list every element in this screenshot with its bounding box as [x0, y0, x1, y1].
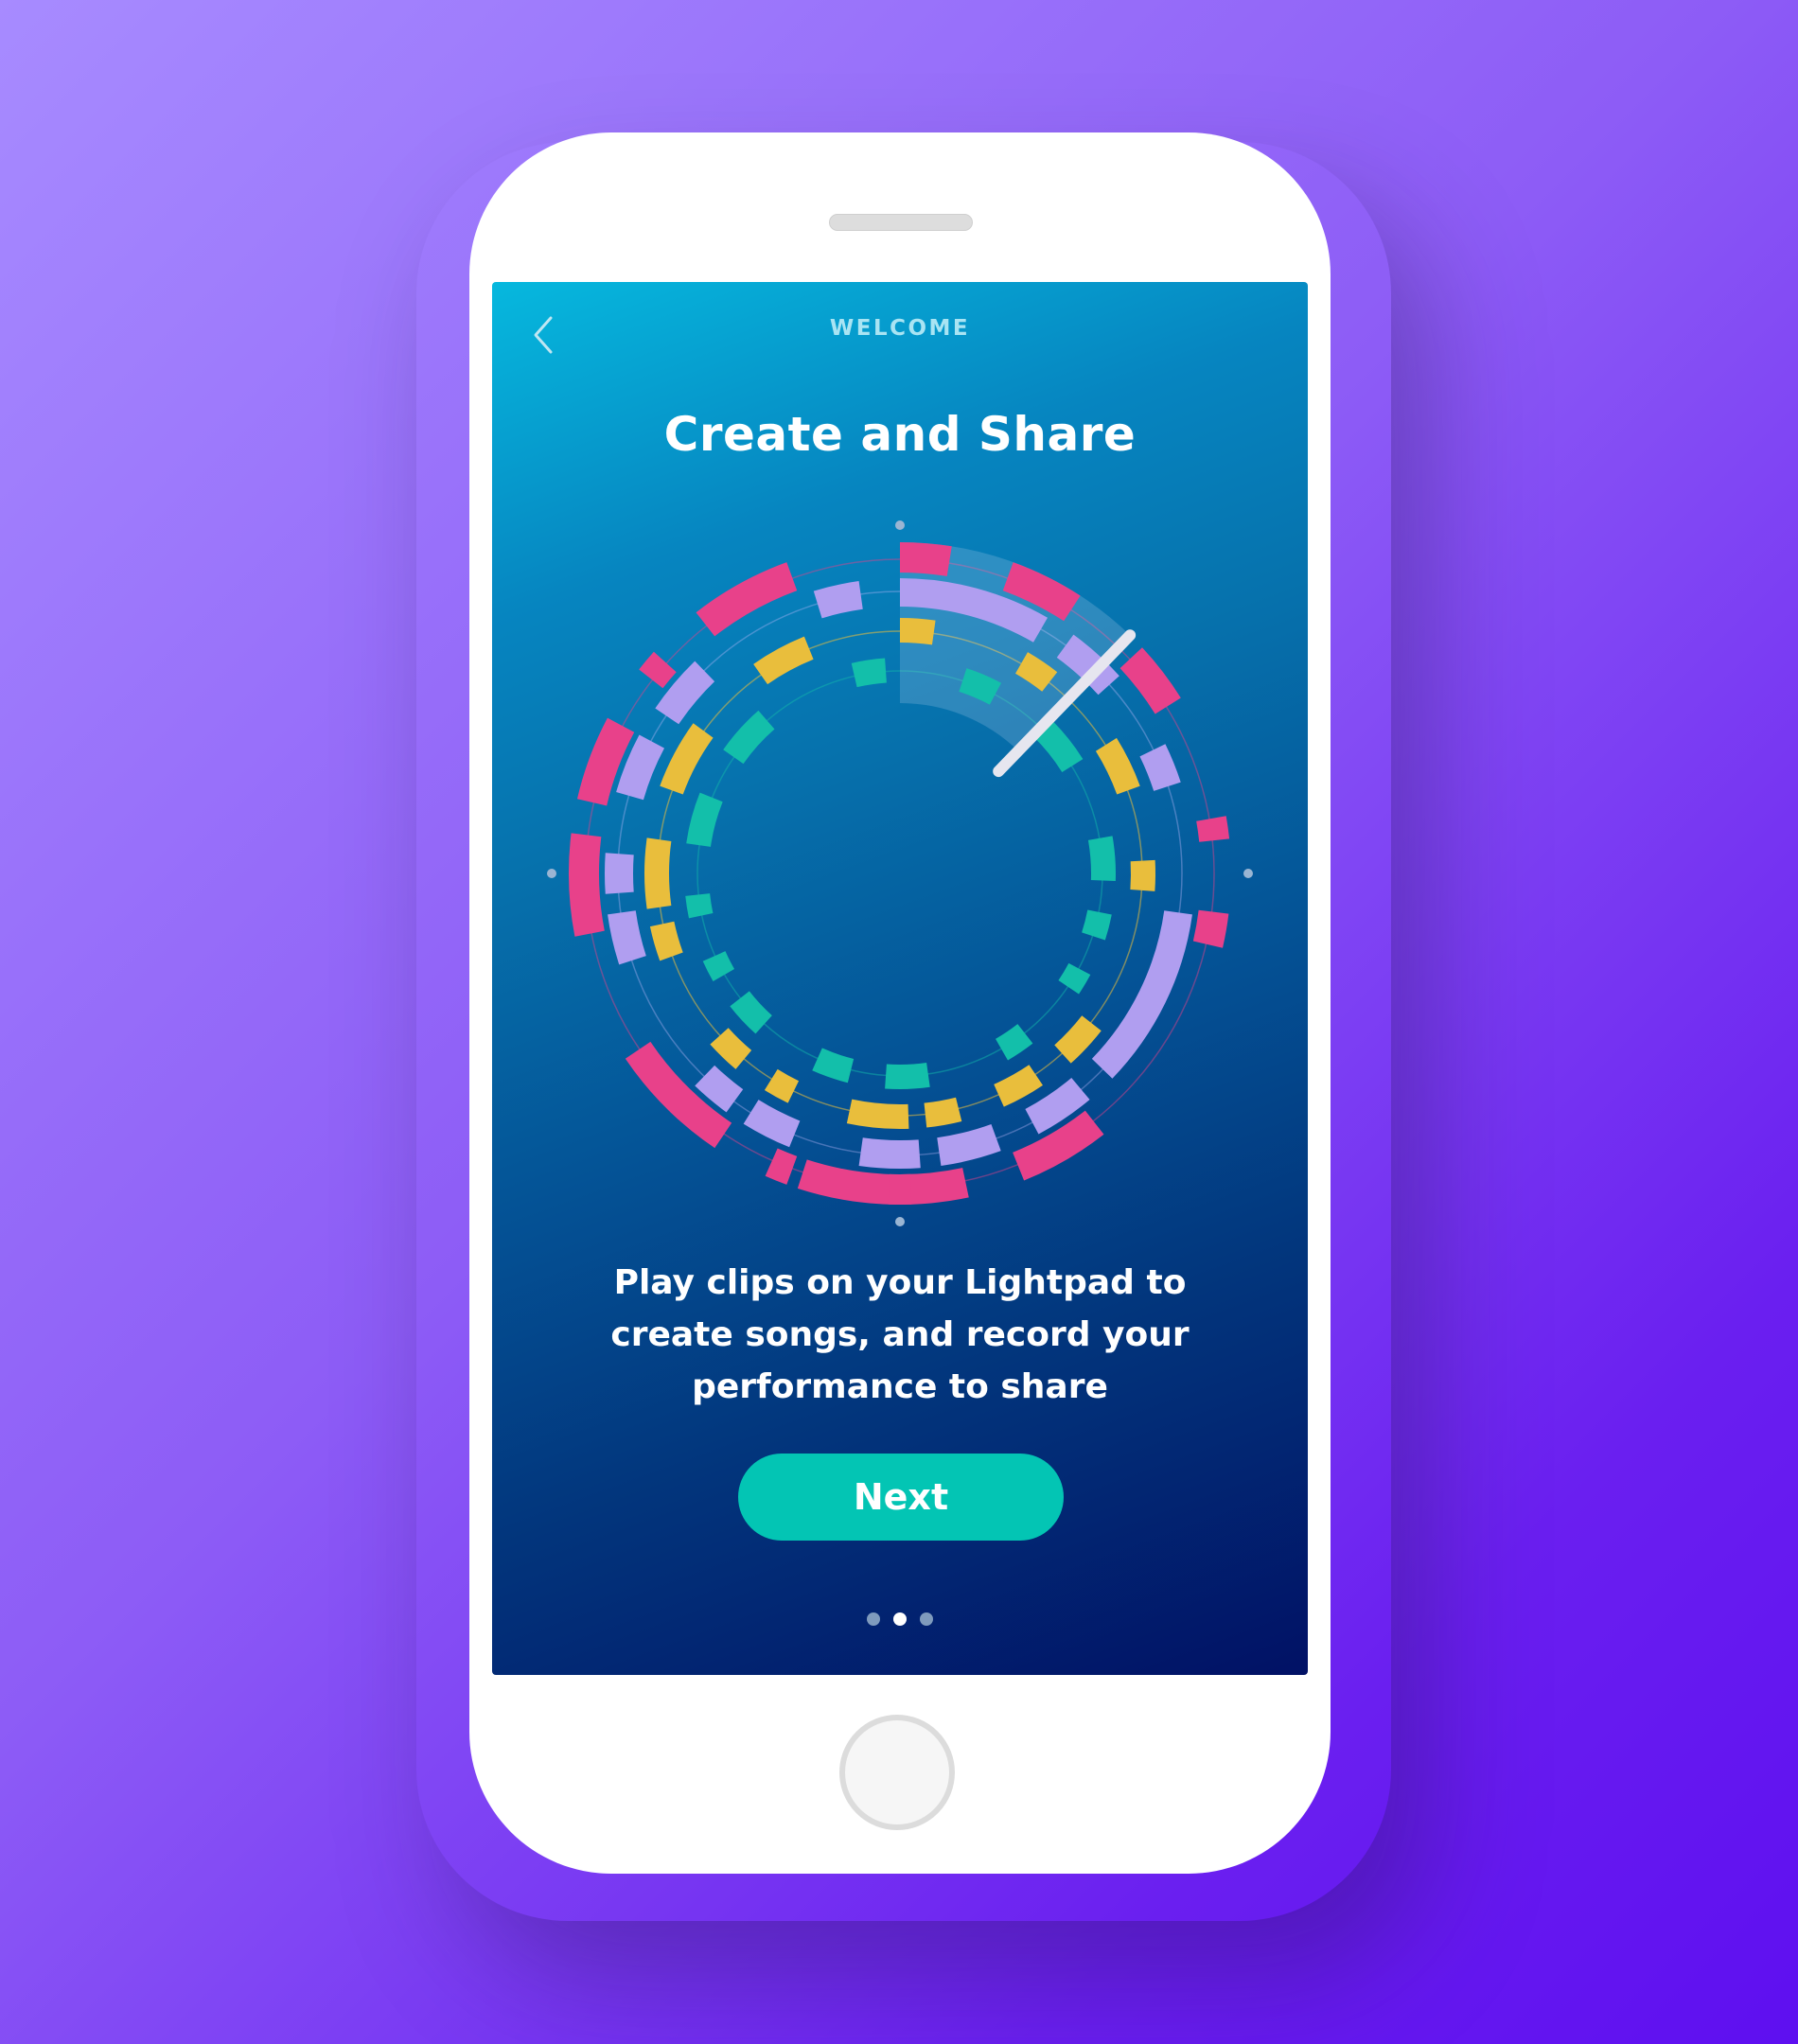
- clip-segment: [1095, 737, 1140, 795]
- clip-segment: [900, 542, 952, 576]
- clip-segment: [644, 837, 672, 909]
- description-text: Play clips on your Lightpad to create so…: [610, 1263, 1190, 1406]
- page-dot-3[interactable]: [920, 1612, 933, 1626]
- compass-tick: [895, 1217, 905, 1226]
- clip-segment: [1087, 836, 1116, 881]
- clip-segment: [994, 1065, 1043, 1107]
- clip-segment: [765, 1148, 798, 1185]
- page-dot-2[interactable]: [893, 1612, 907, 1626]
- clip-segment: [723, 710, 775, 765]
- page-title: Create and Share: [663, 407, 1137, 462]
- clip-segment: [813, 581, 863, 619]
- home-button[interactable]: [839, 1715, 955, 1830]
- compass-tick: [1243, 869, 1253, 878]
- clip-segment: [1192, 909, 1229, 948]
- clip-segment: [900, 618, 936, 645]
- clip-segment: [1130, 859, 1155, 891]
- clip-segment: [686, 792, 723, 847]
- clip-segment: [660, 723, 714, 795]
- clip-segment: [608, 910, 646, 965]
- app-screen: WELCOME Create and Share Play clips on y…: [492, 282, 1308, 1675]
- clip-segment: [764, 1068, 800, 1103]
- page-dot-1[interactable]: [867, 1612, 880, 1626]
- clip-segment: [639, 651, 677, 689]
- clip-segment: [1054, 1015, 1102, 1064]
- compass-tick: [547, 869, 556, 878]
- song-loop-visualization: [547, 520, 1253, 1226]
- clip-segment: [569, 833, 605, 937]
- clip-segment: [1119, 647, 1181, 714]
- clip-segment: [937, 1123, 1001, 1166]
- clip-segment: [743, 1100, 801, 1148]
- clip-segment: [685, 893, 714, 919]
- clip-segment: [730, 991, 772, 1034]
- clip-segment: [858, 1137, 921, 1169]
- clip-segment: [696, 562, 798, 637]
- clip-segment: [1091, 910, 1192, 1079]
- clip-segment: [702, 951, 735, 981]
- compass-tick: [895, 520, 905, 530]
- clip-segment: [885, 1063, 930, 1089]
- clip-segment: [1196, 816, 1230, 842]
- page-indicator: [492, 1612, 1308, 1628]
- phone-speaker: [829, 214, 973, 231]
- clip-segment: [1082, 909, 1112, 941]
- clip-segment: [1058, 962, 1091, 995]
- clip-segment: [710, 1028, 752, 1069]
- clip-segment: [846, 1099, 909, 1129]
- next-button[interactable]: Next: [738, 1454, 1064, 1541]
- clip-segment: [649, 921, 683, 961]
- clip-segment: [625, 1041, 699, 1120]
- clip-segment: [605, 853, 634, 894]
- nav-title: WELCOME: [829, 316, 971, 341]
- phone-frame: WELCOME Create and Share Play clips on y…: [469, 132, 1331, 1874]
- clip-segment: [753, 636, 814, 685]
- clip-segment: [996, 1024, 1033, 1061]
- clip-segment: [1139, 744, 1181, 791]
- clip-segment: [812, 1048, 855, 1084]
- clip-segment: [851, 658, 887, 688]
- clip-segment: [924, 1097, 962, 1128]
- clip-segment: [888, 1173, 912, 1205]
